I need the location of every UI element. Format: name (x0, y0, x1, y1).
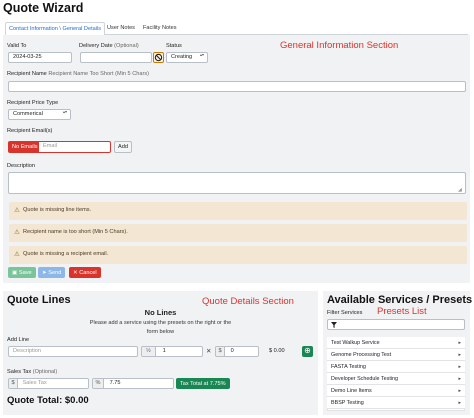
alert-missing-line-items: ⚠ Quote is missing line items. (9, 202, 467, 220)
percent-icon: % (93, 379, 104, 388)
send-button[interactable]: ➤ Send (38, 267, 66, 278)
filter-services-input[interactable] (327, 319, 465, 330)
quote-lines-panel: Quote Lines Quote Details Section No Lin… (3, 291, 318, 415)
quote-details-annotation: Quote Details Section (202, 296, 294, 307)
warning-icon: ⚠ (14, 229, 20, 236)
filter-services-label: Filter Services (327, 310, 363, 316)
available-services-panel: Available Services / Presets Presets Lis… (323, 291, 473, 415)
general-section-annotation: General Information Section (280, 40, 399, 51)
chevron-right-icon: ▸ (458, 375, 461, 382)
add-line-label: Add Line (7, 337, 30, 343)
dollar-icon: $ (216, 347, 225, 356)
chevron-right-icon: ▸ (458, 399, 461, 406)
service-item[interactable]: Test Walkup Service ▸ (327, 337, 465, 349)
clear-date-button[interactable] (153, 52, 164, 63)
send-icon: ➤ (42, 270, 47, 276)
plus-icon: ⊕ (304, 346, 311, 355)
price-field[interactable]: $ 0 (215, 346, 259, 357)
chevron-right-icon: ▸ (458, 363, 461, 370)
recipient-emails-label: Recipient Email(s) (7, 128, 53, 134)
save-button[interactable]: ▣ Save (8, 267, 36, 278)
chevron-right-icon: ▸ (458, 387, 461, 394)
tab-contact-information[interactable]: Contact Information \ General Details (5, 22, 106, 36)
warning-icon: ⚠ (14, 251, 20, 258)
presets-list-annotation: Presets List (377, 306, 427, 317)
price-type-label: Recipient Price Type (7, 100, 59, 106)
multiply-icon: ✕ (206, 348, 212, 355)
tab-facility-notes[interactable]: Facility Notes (140, 22, 180, 35)
warning-icon: ⚠ (14, 207, 20, 214)
add-email-button[interactable]: Add (114, 141, 132, 153)
delivery-date-input[interactable] (80, 52, 152, 63)
delivery-date-label: Delivery Date (Optional) (79, 43, 139, 49)
status-select[interactable]: Creating (166, 52, 208, 63)
no-lines-text-2: form below (146, 329, 175, 335)
services-title: Available Services / Presets (327, 294, 473, 306)
line-description-input[interactable]: Description (8, 346, 138, 357)
no-lines-text: Please add a service using the presets o… (89, 320, 232, 326)
no-emails-badge: No Emails (8, 141, 42, 153)
tab-user-notes[interactable]: User Notes (104, 22, 138, 35)
filter-icon (331, 322, 337, 328)
page-title: Quote Wizard (3, 1, 84, 15)
price-type-select[interactable]: Commerical (8, 109, 71, 120)
description-textarea[interactable] (8, 172, 466, 194)
resize-handle-icon[interactable]: ◢ (458, 187, 462, 193)
service-item[interactable]: BBSP Testing ▸ (327, 397, 465, 409)
tax-total-badge: Tax Total at 7.75% (176, 378, 230, 389)
sales-tax-label: Sales Tax (Optional) (7, 369, 58, 375)
dollar-icon: $ (9, 379, 18, 388)
add-line-button[interactable]: ⊕ (302, 346, 313, 357)
ban-icon (154, 53, 163, 62)
quantity-field[interactable]: ½ 1 (141, 346, 203, 357)
tax-percent-input[interactable]: % 7.75 (92, 378, 174, 389)
alert-recipient-name-short: ⚠ Recipient name is too short (Min 5 Cha… (9, 224, 467, 242)
cancel-button[interactable]: ✕ Cancel (69, 267, 101, 278)
save-icon: ▣ (12, 270, 18, 276)
service-item[interactable]: FASTA Testing ▸ (327, 361, 465, 373)
description-label: Description (7, 163, 35, 169)
service-item[interactable]: Genome Processing Test ▸ (327, 349, 465, 361)
valid-to-input[interactable]: 2024-03-25 (8, 52, 72, 63)
quantity-icon: ½ (142, 347, 156, 356)
service-item[interactable]: Developer Schedule Testing ▸ (327, 373, 465, 385)
tab-bar: Contact Information \ General Details Us… (5, 22, 468, 36)
valid-to-label: Valid To (7, 43, 27, 49)
sales-tax-input[interactable]: $ Sales Tax (8, 378, 89, 389)
general-information-panel: General Information Section Valid To 202… (3, 35, 470, 283)
chevron-right-icon: ▸ (458, 339, 461, 346)
line-total: $ 0.00 (269, 348, 285, 354)
chevron-right-icon: ▸ (458, 351, 461, 358)
recipient-name-label: Recipient Name Recipient Name Too Short … (7, 71, 149, 77)
quote-lines-title: Quote Lines (7, 294, 71, 306)
recipient-name-input[interactable] (8, 81, 466, 92)
service-item[interactable]: Demo Line Items ▸ (327, 385, 465, 397)
status-label: Status (166, 43, 182, 49)
no-lines-title: No Lines (144, 308, 177, 317)
quote-total: Quote Total: $0.00 (7, 395, 89, 406)
alert-missing-email: ⚠ Quote is missing a recipient email. (9, 246, 467, 264)
email-input[interactable]: Email (38, 141, 111, 153)
close-icon: ✕ (73, 270, 78, 276)
